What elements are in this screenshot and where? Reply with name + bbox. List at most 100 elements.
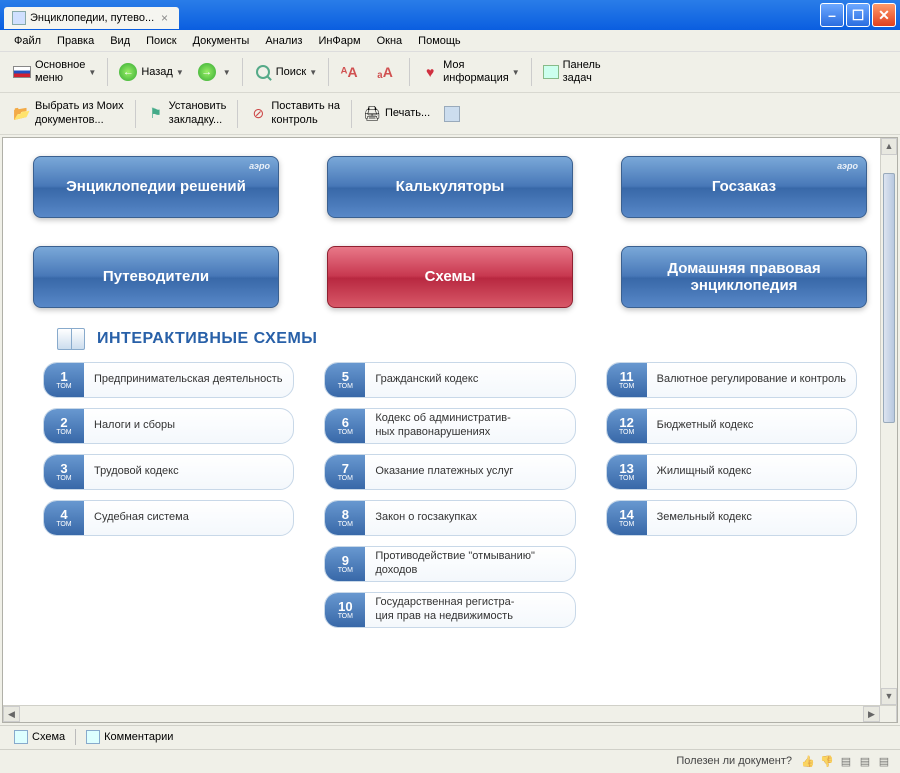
menu-documents[interactable]: Документы: [185, 32, 258, 50]
tile-2[interactable]: Госзаказаэро: [621, 156, 867, 218]
items-columns: 1ТОМПредпринимательская деятельность 2ТОМ…: [33, 362, 867, 628]
status-icon-3[interactable]: ▤: [876, 753, 892, 769]
item-number: 1ТОМ: [44, 363, 84, 397]
item-number: 6ТОМ: [325, 409, 365, 443]
select-docs-button[interactable]: 📂 Выбрать из Моих документов...: [6, 96, 131, 130]
menu-view[interactable]: Вид: [102, 32, 138, 50]
tile-4[interactable]: Схемы: [327, 246, 573, 308]
item-label: Валютное регулирование и контроль: [647, 373, 856, 387]
print-button[interactable]: 🖨 Печать...: [356, 101, 437, 127]
scroll-right-arrow[interactable]: ▶: [863, 706, 880, 722]
menu-analysis[interactable]: Анализ: [257, 32, 310, 50]
list-item[interactable]: 7ТОМОказание платежных услуг: [324, 454, 575, 490]
list-item[interactable]: 8ТОМЗакон о госзакупках: [324, 500, 575, 536]
thumbs-up-icon[interactable]: 👍: [800, 753, 816, 769]
item-number: 13ТОМ: [607, 455, 647, 489]
close-button[interactable]: ✕: [872, 3, 896, 27]
tab-comments[interactable]: Комментарии: [78, 728, 181, 746]
back-button[interactable]: ← Назад ▼: [112, 59, 190, 85]
tile-0[interactable]: Энциклопедии решенийаэро: [33, 156, 279, 218]
separator: [242, 58, 243, 86]
tiles-grid: Энциклопедии решенийаэро Калькуляторы Госз…: [33, 156, 867, 308]
list-item[interactable]: 3ТОМТрудовой кодекс: [43, 454, 294, 490]
font-decrease-button[interactable]: ₐA: [369, 59, 405, 85]
folder-open-icon: 📂: [13, 105, 31, 123]
main-menu-button[interactable]: Основное меню ▼: [6, 55, 103, 89]
list-item[interactable]: 10ТОМГосударственная регистра- ция прав …: [324, 592, 575, 628]
list-item[interactable]: 1ТОМПредпринимательская деятельность: [43, 362, 294, 398]
control-label: Поставить на контроль: [271, 100, 340, 126]
list-item[interactable]: 13ТОМЖилищный кодекс: [606, 454, 857, 490]
my-info-button[interactable]: ♥ Моя информация ▼: [414, 55, 527, 89]
tile-3[interactable]: Путеводители: [33, 246, 279, 308]
menu-search[interactable]: Поиск: [138, 32, 184, 50]
section-title: ИНТЕРАКТИВНЫЕ СХЕМЫ: [97, 330, 317, 348]
tile-5[interactable]: Домашняя правовая энциклопедия: [621, 246, 867, 308]
export-icon: [444, 106, 460, 122]
menu-windows[interactable]: Окна: [369, 32, 411, 50]
bottom-tabs: Схема Комментарии: [0, 725, 900, 749]
item-label: Гражданский кодекс: [365, 373, 574, 387]
thumbs-down-icon[interactable]: 👎: [819, 753, 835, 769]
tab-close-icon[interactable]: ×: [158, 11, 171, 25]
list-item[interactable]: 14ТОМЗемельный кодекс: [606, 500, 857, 536]
search-label: Поиск: [276, 66, 306, 79]
column-1: 1ТОМПредпринимательская деятельность 2ТОМ…: [43, 362, 294, 628]
scroll-thumb[interactable]: [883, 173, 895, 423]
chevron-down-icon: ▼: [223, 68, 231, 77]
select-docs-label: Выбрать из Моих документов...: [35, 100, 124, 126]
list-item[interactable]: 4ТОМСудебная система: [43, 500, 294, 536]
minimize-button[interactable]: –: [820, 3, 844, 27]
forward-button[interactable]: → ▼: [191, 59, 238, 85]
status-icon-1[interactable]: ▤: [838, 753, 854, 769]
tile-1[interactable]: Калькуляторы: [327, 156, 573, 218]
item-label: Государственная регистра- ция прав на не…: [365, 596, 574, 624]
export-button[interactable]: [437, 102, 471, 126]
tab-comments-label: Комментарии: [104, 731, 173, 743]
bookmark-label: Установить закладку...: [169, 100, 227, 126]
item-label: Оказание платежных услуг: [365, 465, 574, 479]
schema-icon: [14, 730, 28, 744]
task-panel-button[interactable]: Панель задач: [536, 55, 608, 89]
menu-inpharm[interactable]: ИнФарм: [310, 32, 368, 50]
list-item[interactable]: 11ТОМВалютное регулирование и контроль: [606, 362, 857, 398]
menu-edit[interactable]: Правка: [49, 32, 102, 50]
bookmark-button[interactable]: ⚑ Установить закладку...: [140, 96, 234, 130]
status-bar: Полезен ли документ? 👍 👎 ▤ ▤ ▤: [0, 749, 900, 773]
scroll-left-arrow[interactable]: ◀: [3, 706, 20, 722]
menu-file[interactable]: Файл: [6, 32, 49, 50]
menu-help[interactable]: Помощь: [410, 32, 469, 50]
chevron-down-icon: ▼: [88, 68, 96, 77]
document-tab[interactable]: Энциклопедии, путево... ×: [4, 7, 179, 29]
separator: [107, 58, 108, 86]
scroll-up-arrow[interactable]: ▲: [881, 138, 897, 155]
back-icon: ←: [119, 63, 137, 81]
status-icons: 👍 👎 ▤ ▤ ▤: [800, 753, 892, 769]
item-label: Жилищный кодекс: [647, 465, 856, 479]
tab-schema[interactable]: Схема: [6, 728, 73, 746]
separator: [328, 58, 329, 86]
item-number: 14ТОМ: [607, 501, 647, 535]
titlebar: Энциклопедии, путево... × – ☐ ✕: [0, 0, 900, 30]
item-number: 7ТОМ: [325, 455, 365, 489]
font-increase-button[interactable]: ᴬA: [333, 59, 369, 85]
scroll-down-arrow[interactable]: ▼: [881, 688, 897, 705]
list-item[interactable]: 2ТОМНалоги и сборы: [43, 408, 294, 444]
comments-icon: [86, 730, 100, 744]
maximize-button[interactable]: ☐: [846, 3, 870, 27]
list-item[interactable]: 5ТОМГражданский кодекс: [324, 362, 575, 398]
status-icon-2[interactable]: ▤: [857, 753, 873, 769]
main-menu-label: Основное меню: [35, 59, 85, 85]
separator: [75, 729, 76, 745]
horizontal-scrollbar[interactable]: ◀ ▶: [3, 705, 897, 722]
list-item[interactable]: 9ТОМПротиводействие "отмыванию" доходов: [324, 546, 575, 582]
item-number: 4ТОМ: [44, 501, 84, 535]
list-item[interactable]: 6ТОМКодекс об административ- ных правона…: [324, 408, 575, 444]
control-button[interactable]: ⊘ Поставить на контроль: [242, 96, 347, 130]
toolbar-primary: Основное меню ▼ ← Назад ▼ → ▼ Поиск ▼ ᴬA…: [0, 52, 900, 93]
vertical-scrollbar[interactable]: ▲ ▼: [880, 138, 897, 705]
search-button[interactable]: Поиск ▼: [247, 59, 324, 85]
item-number: 2ТОМ: [44, 409, 84, 443]
list-item[interactable]: 12ТОМБюджетный кодекс: [606, 408, 857, 444]
scroll-track[interactable]: [20, 706, 863, 722]
